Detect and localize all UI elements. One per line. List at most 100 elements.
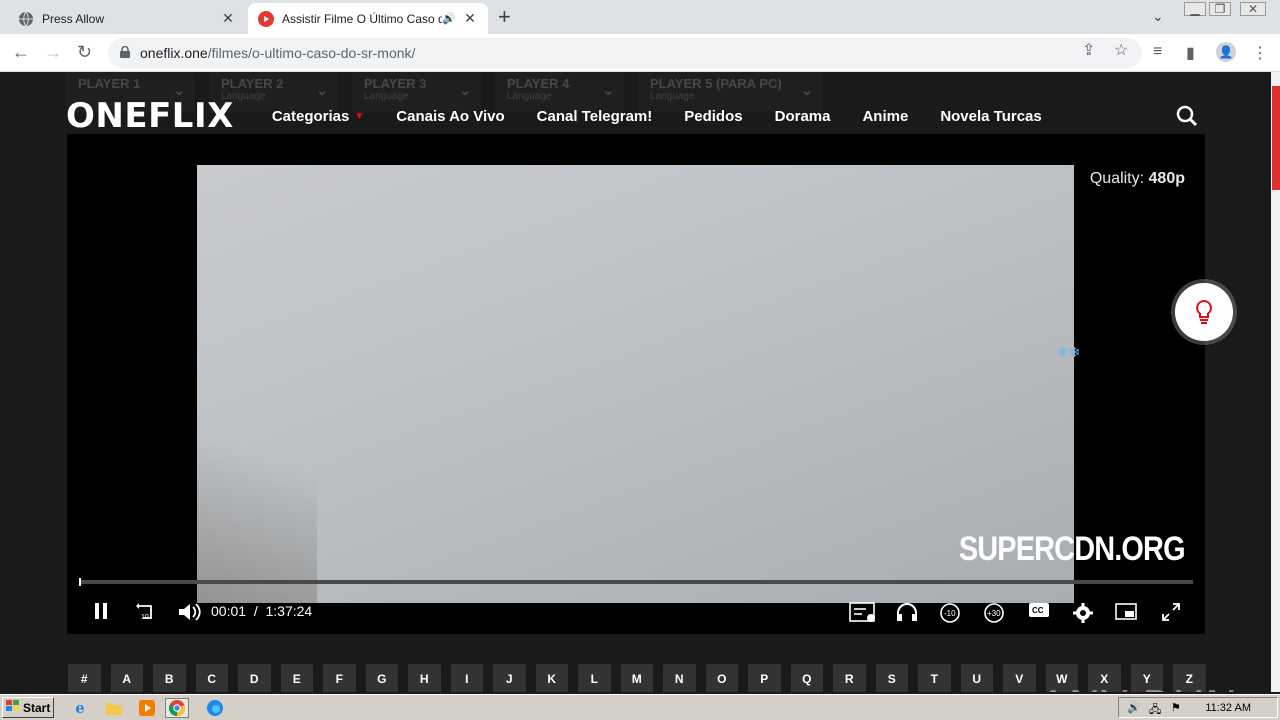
reload-icon[interactable]: ↻	[77, 42, 92, 62]
letter-filter-button[interactable]: U	[960, 664, 993, 692]
start-button[interactable]: Start	[2, 697, 54, 718]
duration: 1:37:24	[265, 603, 313, 619]
alphabet-filter: # A B C D E F G H I J K L M N O P Q R S T U V W X Y Z	[68, 664, 1206, 692]
fullscreen-icon[interactable]	[1161, 602, 1181, 627]
letter-filter-button[interactable]: O	[705, 664, 738, 692]
svg-text:-10: -10	[944, 609, 956, 618]
forward-icon[interactable]: →	[44, 42, 62, 62]
nav-anime[interactable]: Anime	[862, 108, 908, 125]
time-separator: /	[253, 603, 258, 619]
letter-filter-button[interactable]: N	[663, 664, 696, 692]
profile-avatar-icon[interactable]: 👤	[1216, 42, 1236, 62]
letter-filter-button[interactable]: H	[408, 664, 441, 692]
player-controls: 10 00:01 / 1:37:24 -10 +30 CC	[67, 594, 1205, 630]
bookmark-star-icon[interactable]: ☆	[1114, 40, 1128, 60]
svg-text:CC: CC	[1032, 606, 1044, 615]
youtube-play-icon	[258, 10, 274, 27]
headphones-icon[interactable]	[895, 602, 919, 627]
nav-canais-ao-vivo[interactable]: Canais Ao Vivo	[396, 108, 504, 125]
rewind-10-circle-icon[interactable]: -10	[939, 602, 961, 629]
nav-novela-turcas[interactable]: Novela Turcas	[940, 108, 1041, 125]
video-player[interactable]: Quality: 480p ❄❄ SUPERCDN.ORG 10 00:01 /…	[67, 134, 1205, 634]
side-panel-icon[interactable]: ▮	[1186, 43, 1195, 63]
progress-handle[interactable]	[79, 578, 81, 586]
captions-icon[interactable]: CC	[1029, 602, 1049, 623]
letter-filter-button[interactable]: #	[68, 664, 101, 692]
chrome-icon[interactable]	[165, 698, 189, 718]
window-close-button[interactable]: ✕	[1240, 2, 1266, 16]
letter-filter-button[interactable]: A	[110, 664, 143, 692]
letter-filter-button[interactable]: S	[875, 664, 908, 692]
lightbulb-button[interactable]	[1175, 283, 1233, 341]
minimize-button[interactable]: ▁	[1184, 2, 1206, 16]
player-label: PLAYER 5 (PARA PC)	[650, 76, 782, 91]
letter-filter-button[interactable]: C	[195, 664, 228, 692]
letter-filter-button[interactable]: F	[323, 664, 356, 692]
volume-tray-icon[interactable]: 🔊	[1127, 701, 1141, 714]
lightbulb-icon	[1196, 299, 1212, 324]
nav-categorias[interactable]: Categorias ▼	[272, 108, 364, 125]
edge-icon[interactable]	[205, 698, 225, 718]
letter-filter-button[interactable]: I	[450, 664, 483, 692]
site-logo[interactable]: ONEFLIX	[66, 96, 234, 136]
flag-tray-icon[interactable]: ⚑	[1171, 701, 1181, 714]
letter-filter-button[interactable]: R	[833, 664, 866, 692]
playlist-settings-icon[interactable]	[849, 602, 877, 629]
progress-bar[interactable]	[79, 578, 1193, 586]
tab-press-allow[interactable]: Press Allow ✕	[8, 3, 246, 34]
letter-filter-button[interactable]: B	[153, 664, 186, 692]
letter-filter-button[interactable]: L	[578, 664, 611, 692]
volume-icon[interactable]	[177, 602, 201, 627]
nav-canal-telegram[interactable]: Canal Telegram!	[537, 108, 653, 125]
speaker-icon[interactable]: 🔊	[442, 12, 456, 25]
nav-dorama[interactable]: Dorama	[775, 108, 831, 125]
restore-button[interactable]: ❐	[1209, 2, 1231, 16]
letter-filter-button[interactable]: M	[620, 664, 653, 692]
cdn-brand: SUPERCDN.ORG	[959, 530, 1186, 568]
search-icon[interactable]	[1176, 105, 1198, 132]
letter-filter-button[interactable]: K	[535, 664, 568, 692]
player-label: PLAYER 3	[364, 76, 427, 91]
nav-label: Categorias	[271, 107, 350, 125]
rewind-10-icon[interactable]: 10	[135, 602, 157, 627]
letter-filter-button[interactable]: P	[748, 664, 781, 692]
pause-icon[interactable]	[93, 602, 109, 625]
forward-30-icon[interactable]: +30	[983, 602, 1005, 629]
url-host: oneflix.one	[140, 45, 208, 61]
back-icon[interactable]: ←	[12, 42, 30, 62]
network-tray-icon[interactable]: 🖧	[1149, 701, 1161, 720]
ie-icon[interactable]: e	[70, 698, 90, 718]
clock[interactable]: 11:32 AM	[1205, 702, 1251, 714]
quality-value: 480p	[1148, 170, 1185, 187]
media-control-icon[interactable]: ≡	[1153, 43, 1162, 61]
time-display: 00:01 / 1:37:24	[211, 603, 312, 619]
globe-icon	[18, 11, 34, 27]
caret-down-icon: ▼	[354, 110, 365, 122]
explorer-folder-icon[interactable]	[104, 698, 124, 718]
close-icon[interactable]: ✕	[462, 10, 478, 27]
share-icon[interactable]: ⇪	[1082, 40, 1095, 60]
scrollbar-thumb[interactable]	[1272, 86, 1280, 190]
address-bar[interactable]: oneflix.one/filmes/o-ultimo-caso-do-sr-m…	[108, 38, 1142, 68]
new-tab-button[interactable]: +	[498, 6, 511, 28]
settings-gear-icon[interactable]	[1072, 602, 1094, 629]
letter-filter-button[interactable]: G	[365, 664, 398, 692]
picture-in-picture-icon[interactable]	[1115, 602, 1137, 627]
svg-text:+30: +30	[987, 609, 1001, 618]
kebab-menu-icon[interactable]: ⋮	[1252, 43, 1268, 63]
watermark-text: ANY RUN	[1038, 682, 1238, 692]
letter-filter-button[interactable]: T	[918, 664, 951, 692]
media-player-icon[interactable]	[137, 698, 157, 718]
video-frame[interactable]	[197, 165, 1074, 603]
letter-filter-button[interactable]: V	[1003, 664, 1036, 692]
nav-pedidos[interactable]: Pedidos	[684, 108, 742, 125]
letter-filter-button[interactable]: E	[280, 664, 313, 692]
letter-filter-button[interactable]: Q	[790, 664, 823, 692]
letter-filter-button[interactable]: J	[493, 664, 526, 692]
chevron-down-icon[interactable]: ⌄	[1152, 8, 1164, 25]
lock-icon[interactable]	[120, 45, 130, 61]
tab-movie[interactable]: Assistir Filme O Último Caso do S 🔊 ✕	[248, 3, 488, 34]
close-icon[interactable]: ✕	[220, 10, 236, 27]
player-label: PLAYER 2	[221, 76, 284, 91]
letter-filter-button[interactable]: D	[238, 664, 271, 692]
